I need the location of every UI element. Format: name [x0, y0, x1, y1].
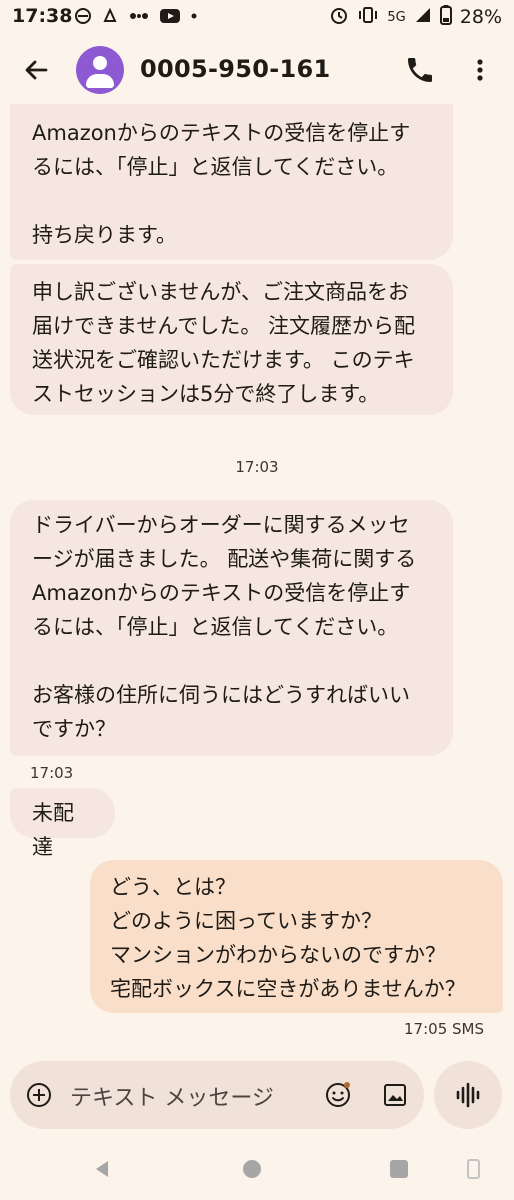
vibrate-icon: [357, 5, 379, 29]
message-bubble-incoming[interactable]: 申し訳ございませんが、ご注文商品をお 届けできませんでした。 注文履歴から配 送…: [10, 264, 453, 415]
nav-back-icon: [96, 1161, 108, 1177]
signal-icon: [414, 6, 432, 28]
link-icon: [128, 7, 150, 29]
battery-icon: [439, 5, 452, 29]
message-bubble-incoming[interactable]: Amazonからのテキストの受信を停止す るには、「停止」と返信してください。 …: [10, 104, 453, 260]
emoji-button[interactable]: [324, 1081, 352, 1109]
network-type: 5G: [387, 9, 406, 25]
arrow-back-icon: [25, 60, 48, 80]
conversation-header: 0005-950-161: [0, 36, 514, 104]
vpn-icon: [74, 7, 92, 29]
voice-message-button[interactable]: [434, 1061, 502, 1129]
system-navigation-bar: [0, 1140, 514, 1200]
message-bubble-incoming[interactable]: ドライバーからオーダーに関するメッセ ージが届きました。 配送や集荷に関する A…: [10, 500, 453, 756]
status-bar: 17:38 5G 28%: [0, 0, 514, 36]
gallery-button[interactable]: [382, 1082, 408, 1108]
battery-level: 28%: [459, 6, 502, 28]
timestamp-divider: 17:03: [235, 458, 279, 476]
back-button[interactable]: [18, 52, 54, 88]
nav-home-button[interactable]: [243, 1160, 261, 1178]
emoji-icon: [326, 1082, 350, 1107]
alarm-icon: [329, 5, 349, 29]
phone-icon: [408, 58, 432, 82]
sync-icon: [101, 7, 119, 29]
more-options-button[interactable]: [466, 54, 494, 86]
nav-back-button[interactable]: [92, 1159, 112, 1183]
message-timestamp: 17:05 SMS: [404, 1020, 484, 1038]
rotate-icon: [467, 1159, 480, 1179]
contact-name[interactable]: 0005-950-161: [140, 55, 331, 83]
compose-bar[interactable]: テキスト メッセージ: [10, 1061, 424, 1129]
image-icon: [384, 1084, 406, 1106]
call-button[interactable]: [404, 54, 436, 86]
message-input[interactable]: テキスト メッセージ: [70, 1080, 274, 1112]
status-time: 17:38: [12, 5, 73, 27]
nav-recents-button[interactable]: [390, 1160, 408, 1178]
rotate-button[interactable]: [462, 1157, 484, 1185]
avatar[interactable]: [76, 46, 124, 94]
youtube-icon: [159, 7, 181, 29]
more-vert-icon: [477, 59, 483, 81]
add-attachment-button[interactable]: [26, 1082, 52, 1108]
message-timestamp: 17:03: [30, 764, 74, 782]
message-bubble-incoming[interactable]: 未配達: [10, 788, 115, 859]
dot-icon: [190, 7, 198, 29]
add-circle-icon: [27, 1083, 51, 1107]
waveform-icon: [456, 1082, 480, 1108]
message-bubble-outgoing[interactable]: どう、とは？ どのように困っていますか？ マンションがわからないのですか？ 宅配…: [90, 860, 503, 1013]
